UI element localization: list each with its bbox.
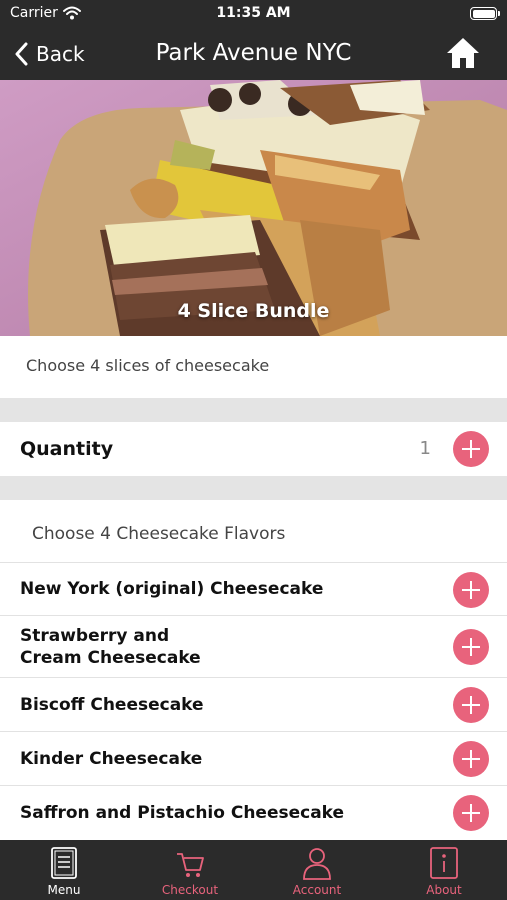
description-text: Choose 4 slices of cheesecake [26,356,270,375]
back-button[interactable]: Back [14,39,85,69]
add-flavor-button[interactable] [453,687,489,723]
menu-icon [51,847,77,879]
status-time: 11:35 AM [216,5,291,21]
quantity-label: Quantity [20,438,114,460]
flavor-row-kinder[interactable]: Kinder Cheesecake [0,731,507,785]
cheesecake-slices-image [0,80,507,336]
tab-label: Menu [47,883,81,897]
product-description: Choose 4 slices of cheesecake [0,336,507,398]
tab-label: About [426,883,462,897]
section-divider [0,398,507,422]
info-icon [430,847,458,879]
flavors-section-header: Choose 4 Cheesecake Flavors [0,500,507,562]
cart-icon [177,853,204,877]
account-icon [303,848,331,880]
battery-icon [470,7,500,20]
tab-checkout[interactable]: Checkout [127,840,253,900]
flavors-header-text: Choose 4 Cheesecake Flavors [32,524,286,544]
tab-account[interactable]: Account [254,840,380,900]
navigation-bar: Back Park Avenue NYC [0,28,507,80]
add-flavor-button[interactable] [453,572,489,608]
flavor-row-saffron-pistachio[interactable]: Saffron and Pistachio Cheesecake [0,785,507,840]
hero-caption: 4 Slice Bundle [177,300,330,322]
quantity-row: Quantity 1 [0,422,507,476]
flavor-name: Biscoff Cheesecake [20,695,204,715]
tab-about[interactable]: About [381,840,507,900]
flavor-name: Saffron and Pistachio Cheesecake [20,803,345,823]
section-divider [0,476,507,500]
add-flavor-button[interactable] [453,741,489,777]
home-button[interactable] [445,36,481,74]
flavor-row-biscoff[interactable]: Biscoff Cheesecake [0,677,507,731]
flavor-row-strawberry-cream[interactable]: Strawberry and Cream Cheesecake [0,615,507,677]
home-icon [447,38,479,68]
tab-label: Checkout [161,883,219,897]
quantity-value: 1 [419,438,431,459]
flavor-name: Kinder Cheesecake [20,749,203,769]
add-flavor-button[interactable] [453,629,489,665]
back-label: Back [36,42,85,66]
tab-menu[interactable]: Menu [1,840,127,900]
tab-bar: Menu Checkout Account About [0,840,507,900]
flavor-name: Strawberry and Cream Cheesecake [20,626,201,668]
add-flavor-button[interactable] [453,795,489,831]
quantity-increase-button[interactable] [453,431,489,467]
status-bar: Carrier 11:35 AM [0,0,507,28]
flavor-row-new-york[interactable]: New York (original) Cheesecake [0,562,507,615]
chevron-left-icon [15,42,28,66]
hero-image: 4 Slice Bundle [0,80,507,336]
flavor-name: New York (original) Cheesecake [20,579,324,599]
tab-label: Account [292,883,342,897]
